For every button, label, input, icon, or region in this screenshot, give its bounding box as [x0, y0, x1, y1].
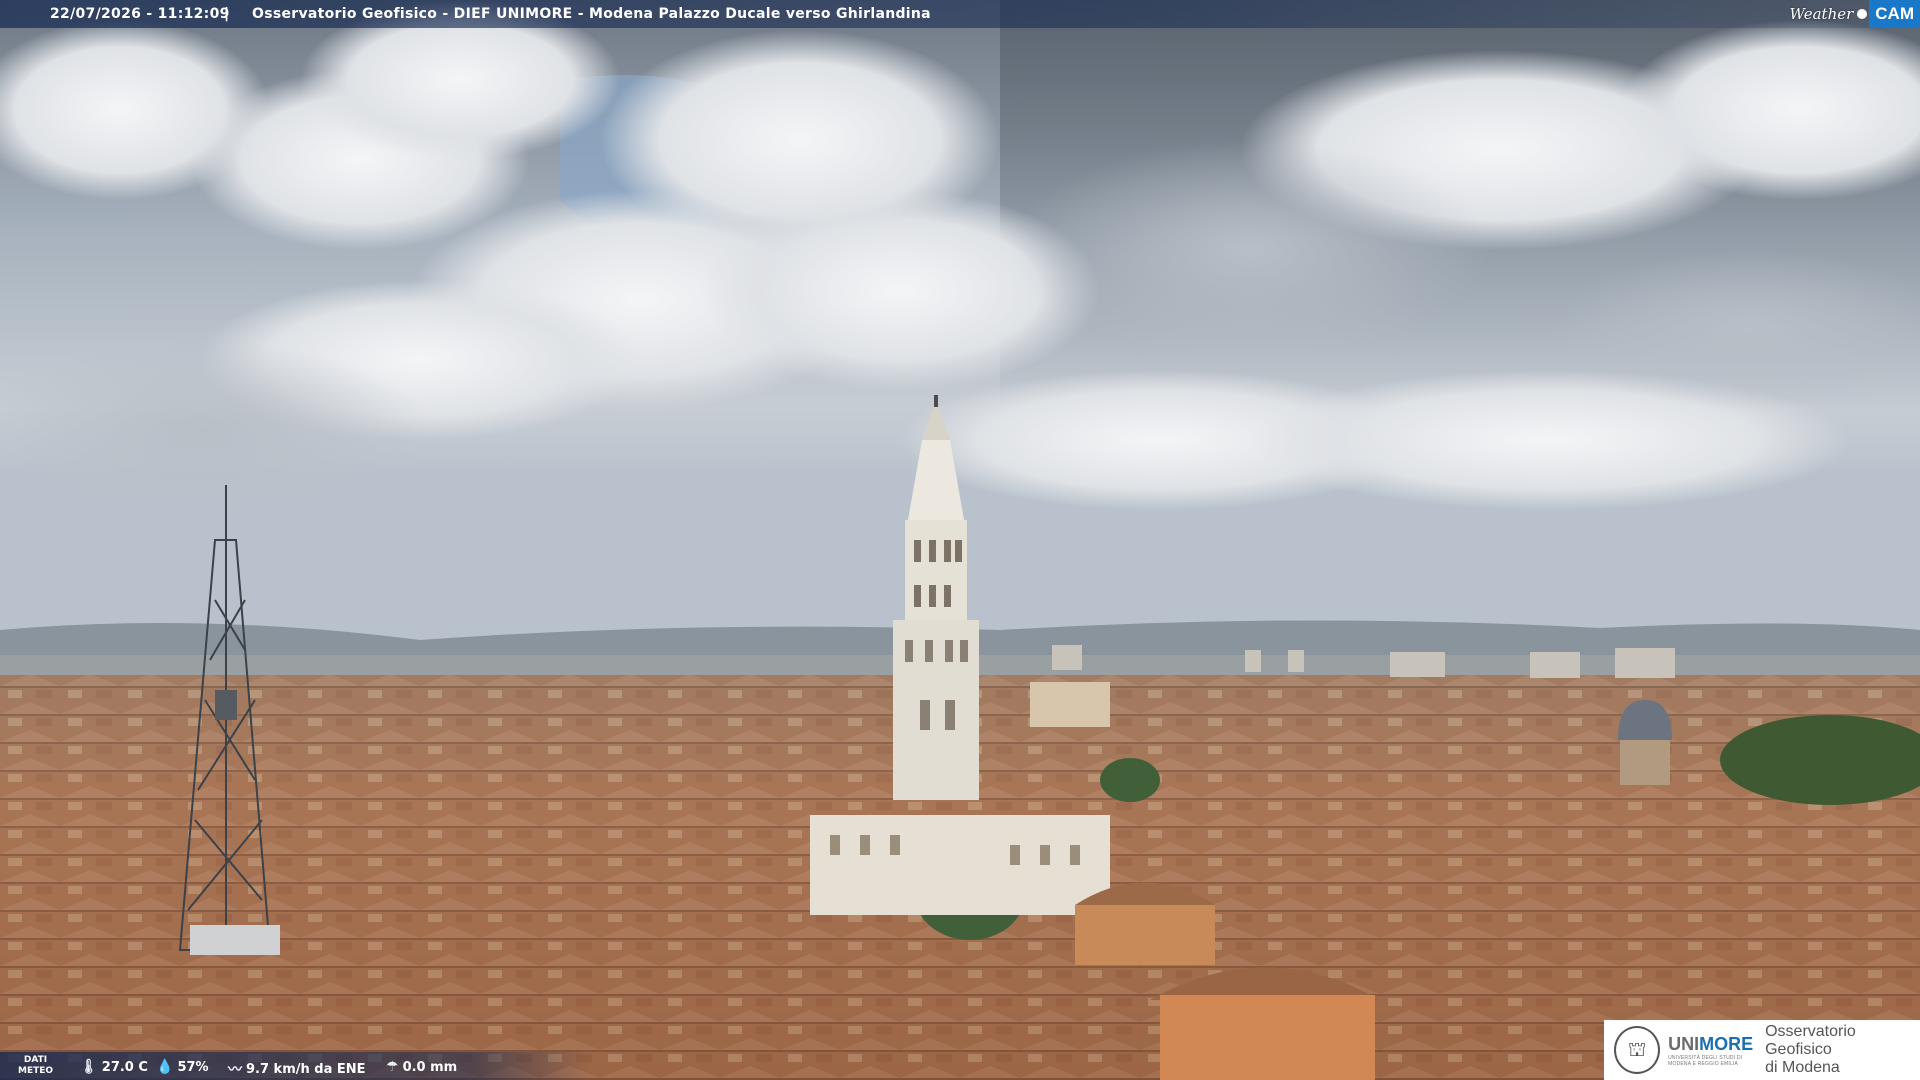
top-caption-bar: 22/07/2026 - 11:12:09 | Osservatorio Geo… [0, 0, 1920, 28]
brand-cam-text: CAM [1869, 0, 1920, 28]
camera-title: Osservatorio Geofisico - DIEF UNIMORE - … [252, 6, 931, 22]
weather-data-bar: DATI METEO 🌡 27.0 C 💧 57% 〰 9.7 km/h da … [0, 1052, 590, 1080]
university-seal-icon: ⛫ [1614, 1026, 1661, 1074]
caption-separator: | [224, 6, 230, 22]
rain-value: 0.0 mm [402, 1059, 458, 1075]
droplet-icon: 💧 [156, 1059, 174, 1075]
webcam-photo [0, 0, 1920, 1080]
rain-reading: ☂ 0.0 mm [386, 1059, 457, 1075]
brand-dot-icon [1857, 9, 1868, 19]
temperature-reading: 🌡 27.0 C [80, 1059, 148, 1075]
humidity-value: 57% [177, 1059, 209, 1075]
temperature-value: 27.0 C [101, 1059, 148, 1075]
timestamp: 22/07/2026 - 11:12:09 [50, 6, 230, 22]
meteo-label: DATI METEO [18, 1055, 54, 1076]
wind-icon: 〰 [228, 1062, 242, 1078]
wind-value: 9.7 km/h da ENE [246, 1061, 366, 1077]
rain-gauge-icon: ☂ [386, 1059, 399, 1075]
unimore-logo-box: ⛫ UNIMORE UNIVERSITÀ DEGLI STUDI DI MODE… [1604, 1020, 1920, 1080]
unimore-wordmark: UNIMORE UNIVERSITÀ DEGLI STUDI DI MODENA… [1668, 1033, 1754, 1067]
observatory-name: Osservatorio Geofisico di Modena [1765, 1023, 1856, 1076]
thermometer-icon: 🌡 [80, 1059, 98, 1075]
weathercam-logo: Weather CAM [1790, 0, 1920, 28]
brand-weather-text: Weather [1789, 5, 1854, 23]
wind-reading: 〰 9.7 km/h da ENE [228, 1059, 366, 1079]
humidity-reading: 💧 57% [156, 1059, 209, 1075]
